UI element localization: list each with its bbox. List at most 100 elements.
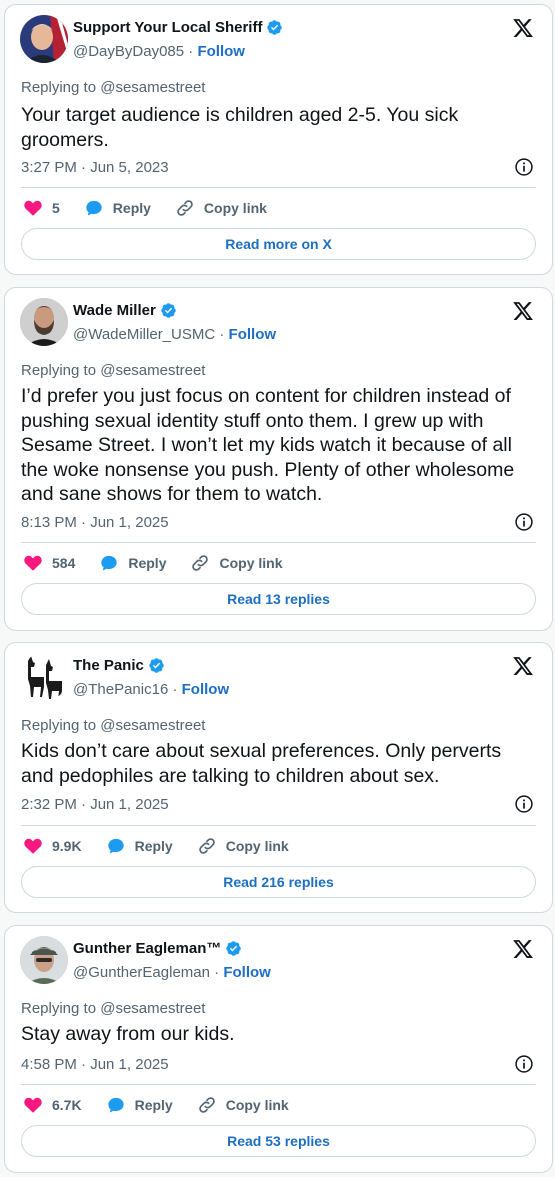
- x-logo-icon[interactable]: [512, 17, 534, 39]
- tweet-timestamp[interactable]: 8:13 PM · Jun 1, 2025: [21, 514, 169, 531]
- man-in-cap-avatar-icon: [20, 936, 68, 984]
- verified-badge-icon: [160, 302, 177, 319]
- tweet-text: Kids don’t care about sexual preferences…: [21, 740, 502, 787]
- divider: [21, 825, 536, 826]
- tweet-card[interactable]: Wade Miller @WadeMiller_USMC · Follow Re…: [4, 287, 553, 631]
- tweet-timestamp[interactable]: 4:58 PM · Jun 1, 2025: [21, 1056, 169, 1073]
- info-icon[interactable]: [514, 794, 534, 814]
- separator-dot: ·: [219, 326, 229, 343]
- tweet-actions: 5 Reply Copy link: [23, 198, 291, 218]
- replying-to[interactable]: Replying to @sesamestreet: [21, 79, 205, 96]
- reply-bubble-icon: [86, 200, 102, 216]
- author-name[interactable]: Wade Miller: [73, 302, 156, 319]
- tweet-timestamp[interactable]: 3:27 PM · Jun 5, 2023: [21, 159, 169, 176]
- reply-button[interactable]: Reply: [84, 198, 151, 218]
- reply-bubble-icon: [107, 1097, 124, 1113]
- replying-to[interactable]: Replying to @sesamestreet: [21, 362, 205, 379]
- divider: [21, 1084, 536, 1085]
- copy-link-button[interactable]: Copy link: [175, 198, 267, 218]
- reply-label: Reply: [112, 200, 151, 216]
- heart-icon: [24, 1097, 42, 1113]
- tweet-text: I’d prefer you just focus on content for…: [21, 385, 515, 505]
- tweet-text: Stay away from our kids.: [21, 1023, 235, 1045]
- tweet-text: Your target audience is children aged 2-…: [21, 104, 459, 151]
- like-button[interactable]: 584: [23, 553, 75, 573]
- verified-badge-icon: [266, 19, 283, 36]
- like-button[interactable]: 9.9K: [23, 836, 82, 856]
- replying-to[interactable]: Replying to @sesamestreet: [21, 1000, 205, 1017]
- reply-bubble-icon: [107, 838, 124, 854]
- follow-link[interactable]: Follow: [223, 964, 271, 981]
- follow-link[interactable]: Follow: [182, 681, 230, 698]
- like-count: 5: [52, 200, 60, 216]
- tweet-card[interactable]: Gunther Eagleman™ @GuntherEagleman · Fol…: [4, 925, 553, 1173]
- reply-label: Reply: [134, 838, 173, 854]
- tweet-actions: 584 Reply Copy link: [23, 553, 307, 573]
- info-icon[interactable]: [514, 512, 534, 532]
- like-count: 584: [52, 555, 76, 571]
- read-replies-button[interactable]: Read 53 replies: [21, 1125, 536, 1157]
- divider: [21, 187, 536, 188]
- heart-icon: [24, 200, 42, 216]
- link-icon: [192, 555, 209, 571]
- copy-link-label: Copy link: [203, 200, 267, 216]
- copy-link-button[interactable]: Copy link: [197, 836, 289, 856]
- x-logo-icon[interactable]: [512, 655, 534, 677]
- reply-button[interactable]: Reply: [106, 1095, 173, 1115]
- link-icon: [198, 838, 215, 854]
- link-icon: [177, 200, 193, 216]
- author-name[interactable]: The Panic: [73, 657, 144, 674]
- x-logo-icon[interactable]: [512, 300, 534, 322]
- author-name[interactable]: Support Your Local Sheriff: [73, 19, 262, 36]
- divider: [21, 542, 536, 543]
- embedded-tweets-page: Support Your Local Sheriff @DayByDay085 …: [0, 0, 555, 1177]
- copy-link-button[interactable]: Copy link: [197, 1095, 289, 1115]
- reply-label: Reply: [134, 1097, 173, 1113]
- tweet-card[interactable]: The Panic @ThePanic16 · Follow Replying …: [4, 642, 553, 913]
- heart-icon: [24, 555, 42, 571]
- tweet-timestamp[interactable]: 2:32 PM · Jun 1, 2025: [21, 796, 169, 813]
- link-icon: [198, 1097, 215, 1113]
- avatar[interactable]: [20, 653, 68, 701]
- tweet-actions: 9.9K Reply Copy link: [23, 836, 313, 856]
- info-icon[interactable]: [514, 1054, 534, 1074]
- follow-link[interactable]: Follow: [229, 326, 277, 343]
- author-handle[interactable]: @DayByDay085: [73, 43, 184, 60]
- bearded-man-avatar-icon: [20, 298, 68, 346]
- author-handle[interactable]: @GuntherEagleman: [73, 964, 210, 981]
- author-handle[interactable]: @WadeMiller_USMC: [73, 326, 215, 343]
- info-icon[interactable]: [514, 157, 534, 177]
- reply-button[interactable]: Reply: [99, 553, 166, 573]
- avatar[interactable]: [20, 298, 68, 346]
- heart-icon: [24, 838, 42, 854]
- separator-dot: ·: [214, 964, 224, 981]
- author-name[interactable]: Gunther Eagleman™: [73, 940, 221, 957]
- avatar[interactable]: [20, 15, 68, 63]
- avatar[interactable]: [20, 936, 68, 984]
- like-button[interactable]: 5: [23, 198, 60, 218]
- dogs-silhouette-avatar-icon: [20, 653, 68, 701]
- author-handle[interactable]: @ThePanic16: [73, 681, 168, 698]
- reply-button[interactable]: Reply: [106, 836, 173, 856]
- read-more-button[interactable]: Read more on X: [21, 228, 536, 260]
- copy-link-label: Copy link: [225, 838, 289, 854]
- tweet-card[interactable]: Support Your Local Sheriff @DayByDay085 …: [4, 4, 553, 275]
- separator-dot: ·: [172, 681, 182, 698]
- reply-label: Reply: [128, 555, 167, 571]
- copy-link-label: Copy link: [219, 555, 283, 571]
- copy-link-button[interactable]: Copy link: [190, 553, 283, 573]
- read-replies-button[interactable]: Read 216 replies: [21, 866, 536, 898]
- reply-bubble-icon: [101, 555, 118, 571]
- handle-row: @DayByDay085 · Follow: [73, 43, 245, 60]
- copy-link-label: Copy link: [225, 1097, 289, 1113]
- replying-to[interactable]: Replying to @sesamestreet: [21, 717, 205, 734]
- x-logo-icon[interactable]: [512, 938, 534, 960]
- read-replies-button[interactable]: Read 13 replies: [21, 583, 536, 615]
- like-button[interactable]: 6.7K: [23, 1095, 82, 1115]
- like-count: 6.7K: [52, 1097, 82, 1113]
- tweet-actions: 6.7K Reply Copy link: [23, 1095, 313, 1115]
- follow-link[interactable]: Follow: [197, 43, 245, 60]
- handle-row: @WadeMiller_USMC · Follow: [73, 326, 276, 343]
- verified-badge-icon: [225, 940, 242, 957]
- like-count: 9.9K: [52, 838, 82, 854]
